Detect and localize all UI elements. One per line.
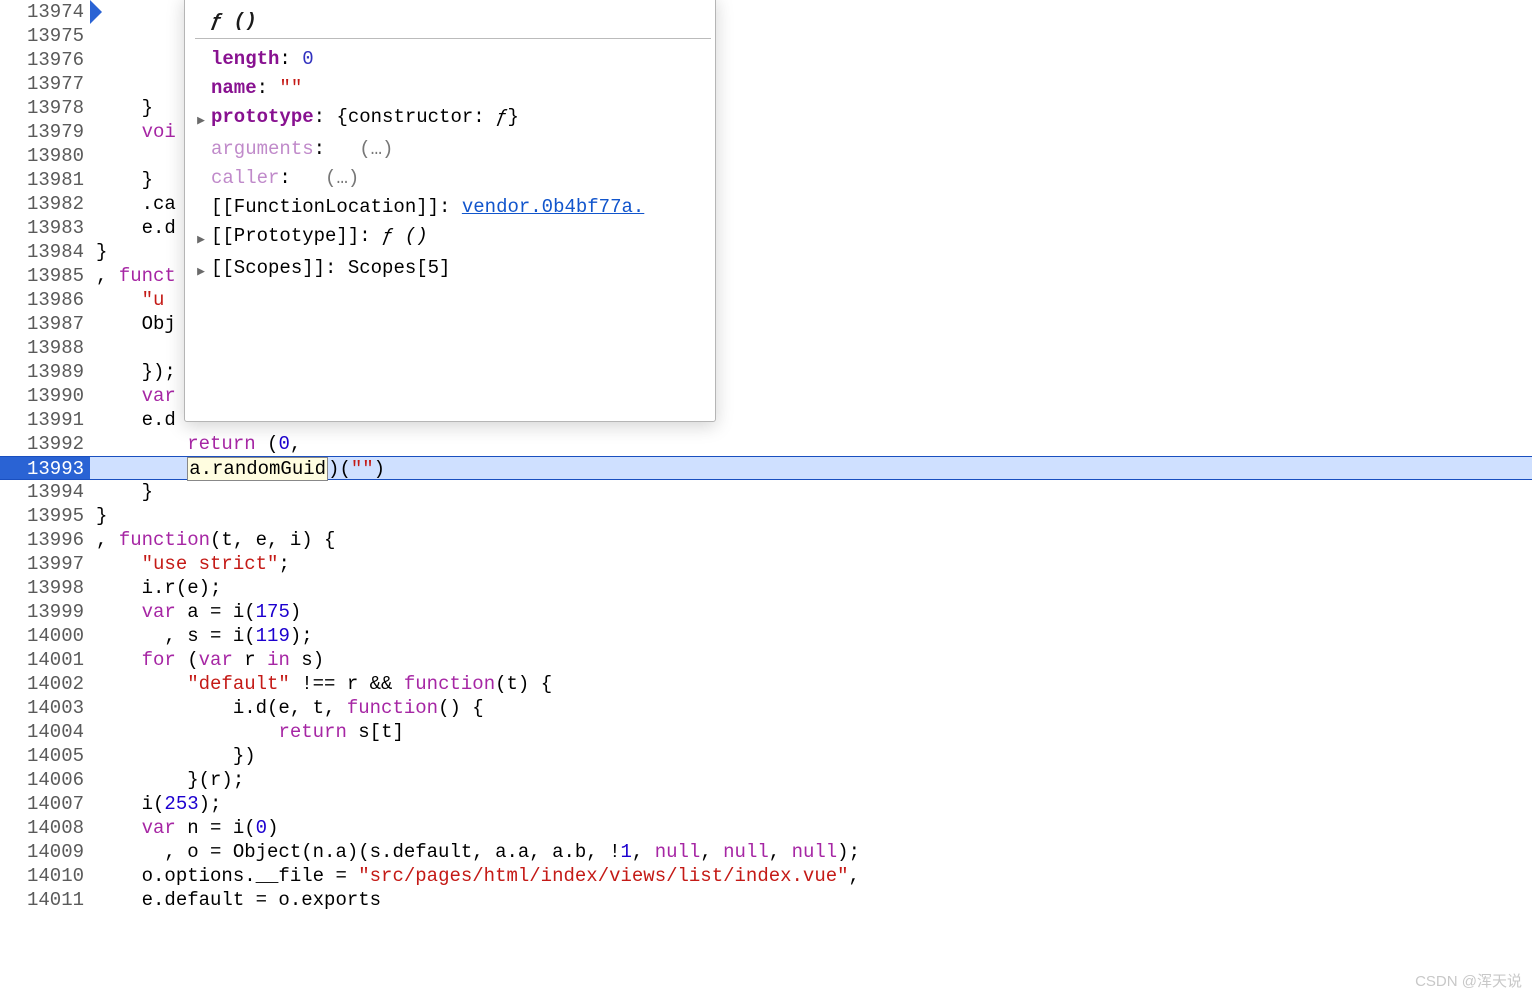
line-number: 14011 xyxy=(0,888,90,912)
property-name: length xyxy=(211,45,279,74)
line-number: 13984 xyxy=(0,240,90,264)
line-number: 13991 xyxy=(0,408,90,432)
line-number: 14010 xyxy=(0,864,90,888)
current-execution-line[interactable]: 13993 a.randomGuid)("") xyxy=(0,456,1532,480)
code-line[interactable]: return s[t] xyxy=(90,720,1532,744)
line-number: 13979 xyxy=(0,120,90,144)
property-name: [[Scopes]] xyxy=(211,254,325,283)
hover-target-expression[interactable]: a.randomGuid xyxy=(187,457,328,481)
code-line[interactable]: var a = i(175) xyxy=(90,600,1532,624)
code-line[interactable]: for (var r in s) xyxy=(90,648,1532,672)
code-line[interactable]: }) xyxy=(90,744,1532,768)
code-line[interactable]: return (0, xyxy=(90,432,1532,456)
code-line[interactable]: a.randomGuid)("") xyxy=(90,457,1532,479)
line-number: 13982 xyxy=(0,192,90,216)
code-line[interactable]: , s = i(119); xyxy=(90,624,1532,648)
line-number: 13988 xyxy=(0,336,90,360)
line-number: 14002 xyxy=(0,672,90,696)
line-number: 14003 xyxy=(0,696,90,720)
line-number: 13976 xyxy=(0,48,90,72)
code-line[interactable]: , function(t, e, i) { xyxy=(90,528,1532,552)
property-name: arguments xyxy=(211,135,314,164)
code-line[interactable]: i(253); xyxy=(90,792,1532,816)
line-number: 13974 xyxy=(0,0,90,24)
property-name: [[FunctionLocation]] xyxy=(211,193,439,222)
code-line[interactable]: } xyxy=(90,504,1532,528)
tooltip-property-row[interactable]: ▶prototype: {constructor: ƒ} xyxy=(195,103,711,135)
tooltip-property-row[interactable]: ▶[[Prototype]]: ƒ () xyxy=(195,222,711,254)
line-number: 13975 xyxy=(0,24,90,48)
line-number: 14007 xyxy=(0,792,90,816)
property-name: name xyxy=(211,74,257,103)
line-number: 13977 xyxy=(0,72,90,96)
property-value: (…) xyxy=(325,164,359,193)
code-line[interactable]: }(r); xyxy=(90,768,1532,792)
tooltip-property-row[interactable]: ▶[[Scopes]]: Scopes[5] xyxy=(195,254,711,286)
tooltip-property-row: name: "" xyxy=(195,74,711,103)
code-line[interactable]: var n = i(0) xyxy=(90,816,1532,840)
code-line[interactable]: "use strict"; xyxy=(90,552,1532,576)
line-number: 13989 xyxy=(0,360,90,384)
tooltip-property-row: arguments: (…) xyxy=(195,135,711,164)
code-line[interactable]: "default" !== r && function(t) { xyxy=(90,672,1532,696)
code-editor[interactable]: 13974 13975 13976 13977 13978 } 13979 vo… xyxy=(0,0,1532,912)
line-number: 14004 xyxy=(0,720,90,744)
tooltip-property-row: length: 0 xyxy=(195,45,711,74)
object-preview-tooltip[interactable]: ƒ () length: 0name: ""▶prototype: {const… xyxy=(184,0,716,422)
line-number-active: 13993 xyxy=(0,457,90,479)
line-number: 14000 xyxy=(0,624,90,648)
line-number: 13985 xyxy=(0,264,90,288)
line-number: 13996 xyxy=(0,528,90,552)
line-number: 13994 xyxy=(0,480,90,504)
line-number: 13995 xyxy=(0,504,90,528)
property-value: 0 xyxy=(302,45,313,74)
line-number: 13998 xyxy=(0,576,90,600)
property-name: prototype xyxy=(211,103,314,132)
property-value: (…) xyxy=(359,135,393,164)
line-number: 14001 xyxy=(0,648,90,672)
line-number: 13978 xyxy=(0,96,90,120)
expand-triangle-icon[interactable]: ▶ xyxy=(195,222,207,254)
code-line[interactable]: , o = Object(n.a)(s.default, a.a, a.b, !… xyxy=(90,840,1532,864)
line-number: 13980 xyxy=(0,144,90,168)
property-name: [[Prototype]] xyxy=(211,222,359,251)
tooltip-divider xyxy=(195,38,711,39)
expand-triangle-icon[interactable]: ▶ xyxy=(195,103,207,135)
code-line[interactable]: e.default = o.exports xyxy=(90,888,1532,912)
property-value: "" xyxy=(279,74,302,103)
property-name: caller xyxy=(211,164,279,193)
line-number: 14009 xyxy=(0,840,90,864)
line-number: 14008 xyxy=(0,816,90,840)
code-line[interactable]: i.r(e); xyxy=(90,576,1532,600)
line-number: 13986 xyxy=(0,288,90,312)
line-number: 13983 xyxy=(0,216,90,240)
line-number: 13992 xyxy=(0,432,90,456)
line-number: 13981 xyxy=(0,168,90,192)
property-value[interactable]: vendor.0b4bf77a. xyxy=(462,193,644,222)
line-number: 13997 xyxy=(0,552,90,576)
line-number: 13990 xyxy=(0,384,90,408)
watermark-text: CSDN @浑天说 xyxy=(1415,970,1522,994)
line-number: 14005 xyxy=(0,744,90,768)
code-line[interactable]: } xyxy=(90,480,1532,504)
property-value: Scopes[5] xyxy=(348,254,451,283)
tooltip-property-row: caller: (…) xyxy=(195,164,711,193)
property-value: ƒ () xyxy=(382,222,428,251)
tooltip-property-row: [[FunctionLocation]]: vendor.0b4bf77a. xyxy=(195,193,711,222)
property-value: {constructor: ƒ} xyxy=(336,103,518,132)
line-number: 14006 xyxy=(0,768,90,792)
tooltip-header: ƒ () xyxy=(195,7,711,36)
code-line[interactable]: o.options.__file = "src/pages/html/index… xyxy=(90,864,1532,888)
execution-pointer-icon xyxy=(90,0,102,24)
line-number: 13987 xyxy=(0,312,90,336)
expand-triangle-icon[interactable]: ▶ xyxy=(195,254,207,286)
line-number: 13999 xyxy=(0,600,90,624)
code-line[interactable]: i.d(e, t, function() { xyxy=(90,696,1532,720)
